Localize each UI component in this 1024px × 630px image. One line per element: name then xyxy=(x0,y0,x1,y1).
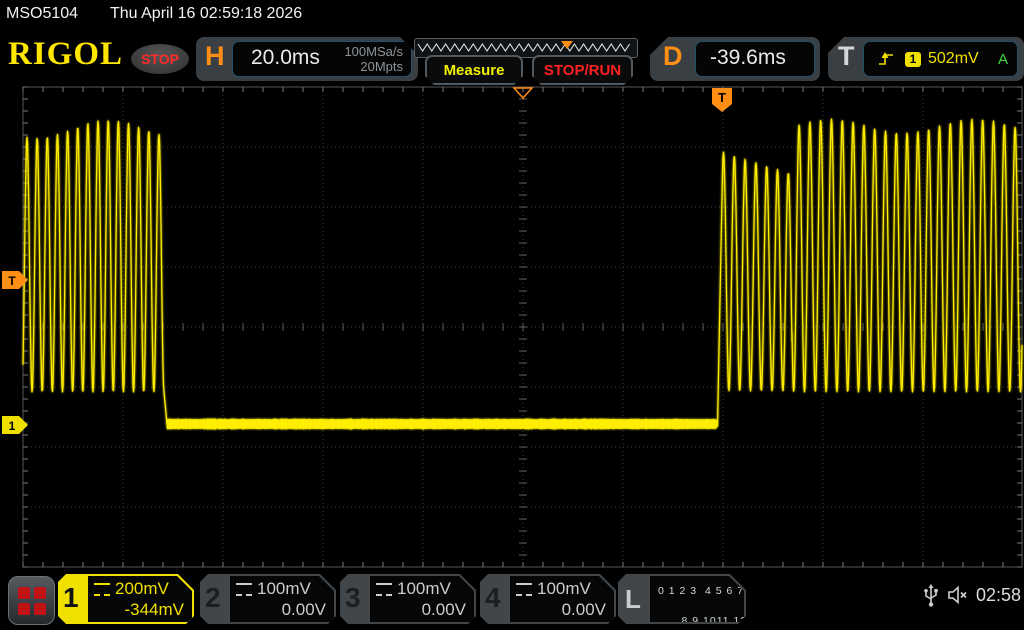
rigol-logo: RIGOL xyxy=(8,36,123,73)
trigger-slope-icon xyxy=(878,51,895,67)
horizontal-label: H xyxy=(205,41,225,72)
memory-depth: 20Mpts xyxy=(344,59,403,74)
logic-channels-badge[interactable]: L 0 1 2 3 4 5 6 7 8 9 1011 12131415 xyxy=(618,574,746,624)
channel-2-number: 2 xyxy=(205,582,221,614)
trigger-mode: A xyxy=(998,51,1008,68)
stop-run-button[interactable]: STOP/RUN xyxy=(532,55,633,85)
dc-coupling-icon xyxy=(516,583,532,596)
channel-1-number: 1 xyxy=(63,582,79,614)
channel-2-offset: 0.00V xyxy=(236,600,326,620)
dc-coupling-icon xyxy=(94,583,110,596)
dc-coupling-icon xyxy=(376,583,392,596)
channel-4-badge[interactable]: 4 100mV 0.00V xyxy=(480,574,616,624)
grid xyxy=(23,87,1022,567)
channel-4-scale: 100mV xyxy=(537,579,591,599)
trigger-label: T xyxy=(838,41,855,72)
speaker-muted-icon[interactable] xyxy=(946,585,972,605)
svg-text:1: 1 xyxy=(9,419,16,433)
svg-text:T: T xyxy=(718,90,726,105)
ch1-zero-marker[interactable]: 1 xyxy=(2,416,28,434)
delay-panel[interactable]: D -39.6ms xyxy=(650,37,820,81)
sample-rate-block: 100MSa/s 20Mpts xyxy=(344,44,403,74)
delay-value: -39.6ms xyxy=(710,46,786,70)
graticule-area: T T 1 xyxy=(0,0,1024,630)
channel-2-scale: 100mV xyxy=(257,579,311,599)
channel-3-scale: 100mV xyxy=(397,579,451,599)
main-menu-button[interactable] xyxy=(8,576,55,625)
svg-text:T: T xyxy=(8,274,16,288)
trigger-position-marker[interactable]: T xyxy=(712,88,732,112)
delay-label: D xyxy=(663,41,683,72)
channel-1-offset: -344mV xyxy=(94,600,184,620)
title-bar: MSO5104 Thu April 16 02:59:18 2026 xyxy=(0,0,1024,30)
usb-icon xyxy=(922,584,940,608)
horizontal-box[interactable]: 20.0ms 100MSa/s 20Mpts xyxy=(232,41,412,77)
logic-label: L xyxy=(625,584,641,615)
system-clock: 02:58 xyxy=(976,585,1021,606)
logic-row1: 0 1 2 3 4 5 6 7 xyxy=(658,585,744,597)
channel-1-scale: 200mV xyxy=(115,579,169,599)
channel-1-badge[interactable]: 1 200mV -344mV xyxy=(58,574,194,624)
horizontal-panel[interactable]: H 20.0ms 100MSa/s 20Mpts xyxy=(196,37,418,81)
sample-rate: 100MSa/s xyxy=(344,44,403,59)
system-datetime: Thu April 16 02:59:18 2026 xyxy=(110,5,302,23)
channel-4-offset: 0.00V xyxy=(516,600,606,620)
channel-3-number: 3 xyxy=(345,582,361,614)
oscilloscope-screen: T T 1 MSO5104 Thu April 16 02:59:18 2026 R… xyxy=(0,0,1024,630)
timebase-value: 20.0ms xyxy=(251,46,320,70)
model-name: MSO5104 xyxy=(6,5,78,23)
measure-button[interactable]: Measure xyxy=(425,55,523,85)
menu-grid-icon xyxy=(18,587,30,599)
trigger-level-value: 502mV xyxy=(928,50,979,68)
acquisition-state-badge: STOP xyxy=(131,44,189,74)
trigger-box[interactable]: 1 502mV A xyxy=(863,41,1018,77)
ch1-trace xyxy=(23,119,1022,429)
channel-2-badge[interactable]: 2 100mV 0.00V xyxy=(200,574,336,624)
trigger-source-badge: 1 xyxy=(905,52,921,67)
delay-box[interactable]: -39.6ms xyxy=(695,41,815,77)
channel-4-number: 4 xyxy=(485,582,501,614)
channel-3-offset: 0.00V xyxy=(376,600,466,620)
dc-coupling-icon xyxy=(236,583,252,596)
channel-3-badge[interactable]: 3 100mV 0.00V xyxy=(340,574,476,624)
trigger-panel[interactable]: T 1 502mV A xyxy=(828,37,1024,81)
